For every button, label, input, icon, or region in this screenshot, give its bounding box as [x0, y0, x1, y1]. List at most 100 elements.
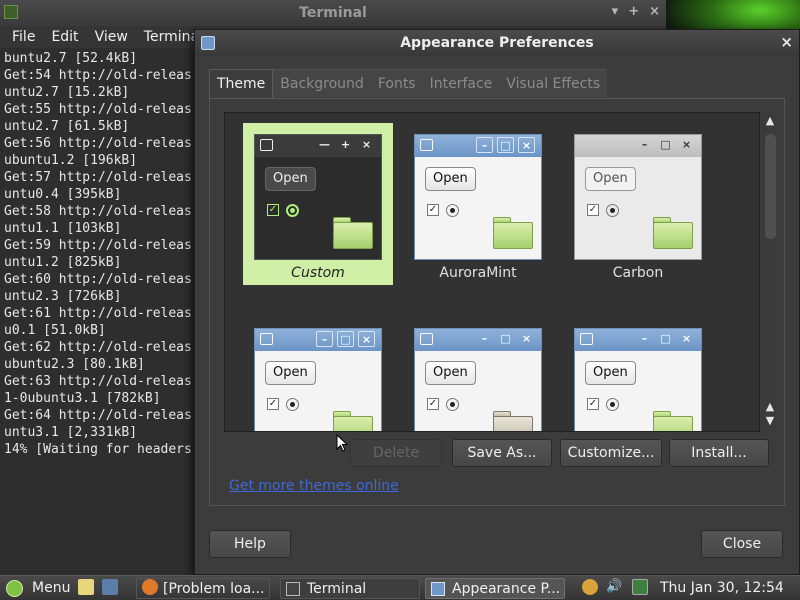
customize-button[interactable]: Customize...: [560, 439, 662, 467]
help-button[interactable]: Help: [209, 530, 291, 558]
terminal-task-icon: [286, 582, 300, 596]
window-icon: [260, 333, 273, 345]
theme-item[interactable]: – □ × Open ✓ Carbon: [563, 123, 713, 285]
theme-preview: – □ × Open ✓: [574, 134, 702, 260]
task-appearance-preferences[interactable]: Appearance P...: [425, 578, 565, 599]
install-button[interactable]: Install...: [669, 439, 769, 467]
taskbar: Menu [Problem loa... Terminal Appearance…: [0, 575, 800, 600]
theme-name: AuroraMint: [439, 265, 517, 281]
theme-item[interactable]: — + × Open ✓ Custom: [243, 123, 393, 285]
minimize-icon: –: [641, 138, 648, 151]
checkbox-icon: ✓: [587, 204, 599, 216]
close-icon: ×: [358, 331, 375, 347]
theme-preview: – □ × Open ✓: [254, 328, 382, 431]
mint-logo-icon: [6, 580, 23, 597]
checkbox-icon: ✓: [587, 398, 599, 410]
clock[interactable]: Thu Jan 30, 12:54 PM: [660, 578, 800, 599]
close-icon[interactable]: ×: [649, 4, 660, 19]
menu-file[interactable]: File: [4, 29, 43, 45]
preview-open-button: Open: [265, 361, 316, 385]
checkbox-icon: ✓: [427, 398, 439, 410]
folder-icon: [493, 411, 533, 431]
theme-list-scrollbar[interactable]: ▲ ▲ ▼: [762, 112, 778, 432]
close-icon: ×: [681, 138, 692, 151]
scroll-down-icon[interactable]: ▼: [762, 414, 778, 428]
minimize-icon: –: [481, 332, 488, 345]
maximize-icon[interactable]: +: [628, 4, 639, 19]
tab-visual-effects[interactable]: Visual Effects: [499, 69, 608, 97]
preview-open-button: Open: [585, 361, 636, 385]
preview-open-button: Open: [585, 167, 636, 191]
tab-fonts[interactable]: Fonts: [370, 69, 423, 97]
start-menu-button[interactable]: Menu: [4, 578, 74, 599]
preview-open-button: Open: [425, 361, 476, 385]
theme-item[interactable]: – □ × Open ✓: [563, 317, 713, 431]
terminal-app-icon: [4, 5, 18, 19]
menu-view[interactable]: View: [87, 29, 136, 45]
save-as-button[interactable]: Save As...: [452, 439, 552, 467]
terminal-launcher-icon[interactable]: [102, 579, 118, 595]
delete-button[interactable]: Delete: [350, 439, 442, 467]
preview-titlebar: – □ ×: [415, 329, 541, 351]
maximize-icon: □: [500, 332, 511, 345]
preview-open-button: Open: [425, 167, 476, 191]
appearance-preferences-dialog[interactable]: Appearance Preferences × Theme Backgroun…: [194, 29, 800, 575]
get-more-themes-link[interactable]: Get more themes online: [229, 478, 399, 494]
user-status-icon[interactable]: [582, 579, 598, 595]
preview-open-button: Open: [265, 167, 316, 191]
scroll-up-icon[interactable]: ▲: [762, 114, 778, 128]
minimize-icon: –: [641, 332, 648, 345]
theme-item[interactable]: – □ × Open ✓ AuroraMint: [403, 123, 553, 285]
theme-item[interactable]: – □ × Open ✓: [403, 317, 553, 431]
preview-titlebar: — + ×: [255, 135, 381, 157]
theme-item[interactable]: – □ × Open ✓: [243, 317, 393, 431]
close-icon: ×: [521, 332, 532, 345]
radio-icon: [286, 398, 299, 411]
dialog-title: Appearance Preferences: [400, 35, 594, 51]
terminal-titlebar[interactable]: Terminal ▾ + ×: [0, 0, 666, 26]
folder-icon: [653, 217, 693, 249]
network-icon[interactable]: [632, 579, 648, 595]
task-label: [Problem loa...: [163, 581, 265, 597]
task-terminal[interactable]: Terminal: [280, 578, 420, 599]
tab-background[interactable]: Background: [273, 69, 371, 97]
checkbox-icon: ✓: [267, 398, 279, 410]
preview-titlebar: – □ ×: [575, 135, 701, 157]
window-icon: [420, 139, 433, 151]
task-label: Appearance P...: [452, 581, 561, 597]
folder-icon: [653, 411, 693, 431]
close-button[interactable]: Close: [701, 530, 783, 558]
scrollbar-thumb[interactable]: [765, 134, 776, 239]
close-icon[interactable]: ×: [780, 33, 793, 51]
window-icon: [420, 333, 433, 345]
checkbox-icon: ✓: [267, 204, 279, 216]
tab-interface[interactable]: Interface: [422, 69, 500, 97]
folder-icon: [333, 217, 373, 249]
theme-list[interactable]: — + × Open ✓ Custom – □ × Open ✓ AuroraMint – □ × Open ✓…: [224, 112, 760, 432]
tab-theme[interactable]: Theme: [209, 69, 274, 99]
appearance-app-icon: [201, 36, 215, 50]
maximize-icon: □: [337, 331, 354, 347]
text-editor-icon[interactable]: [78, 579, 94, 595]
close-icon: ×: [518, 137, 535, 153]
minimize-icon: –: [476, 137, 493, 153]
window-icon: [260, 139, 273, 151]
close-icon: ×: [361, 138, 372, 151]
menu-edit[interactable]: Edit: [43, 29, 86, 45]
radio-icon: [446, 398, 459, 411]
close-icon: ×: [681, 332, 692, 345]
theme-preview: – □ × Open ✓: [414, 134, 542, 260]
scroll-up-icon[interactable]: ▲: [762, 400, 778, 414]
radio-icon: [606, 204, 619, 217]
task-problem-loading[interactable]: [Problem loa...: [136, 578, 270, 599]
terminal-title: Terminal: [299, 5, 367, 21]
tab-bar: Theme Background Fonts Interface Visual …: [209, 69, 608, 99]
theme-name: Carbon: [612, 265, 664, 281]
folder-icon: [493, 217, 533, 249]
dialog-titlebar[interactable]: Appearance Preferences ×: [195, 30, 799, 56]
preview-titlebar: – □ ×: [415, 135, 541, 157]
minimize-icon[interactable]: ▾: [612, 4, 619, 19]
volume-icon[interactable]: 🔊: [606, 579, 622, 595]
theme-name: Custom: [291, 265, 345, 281]
radio-icon: [286, 204, 299, 217]
